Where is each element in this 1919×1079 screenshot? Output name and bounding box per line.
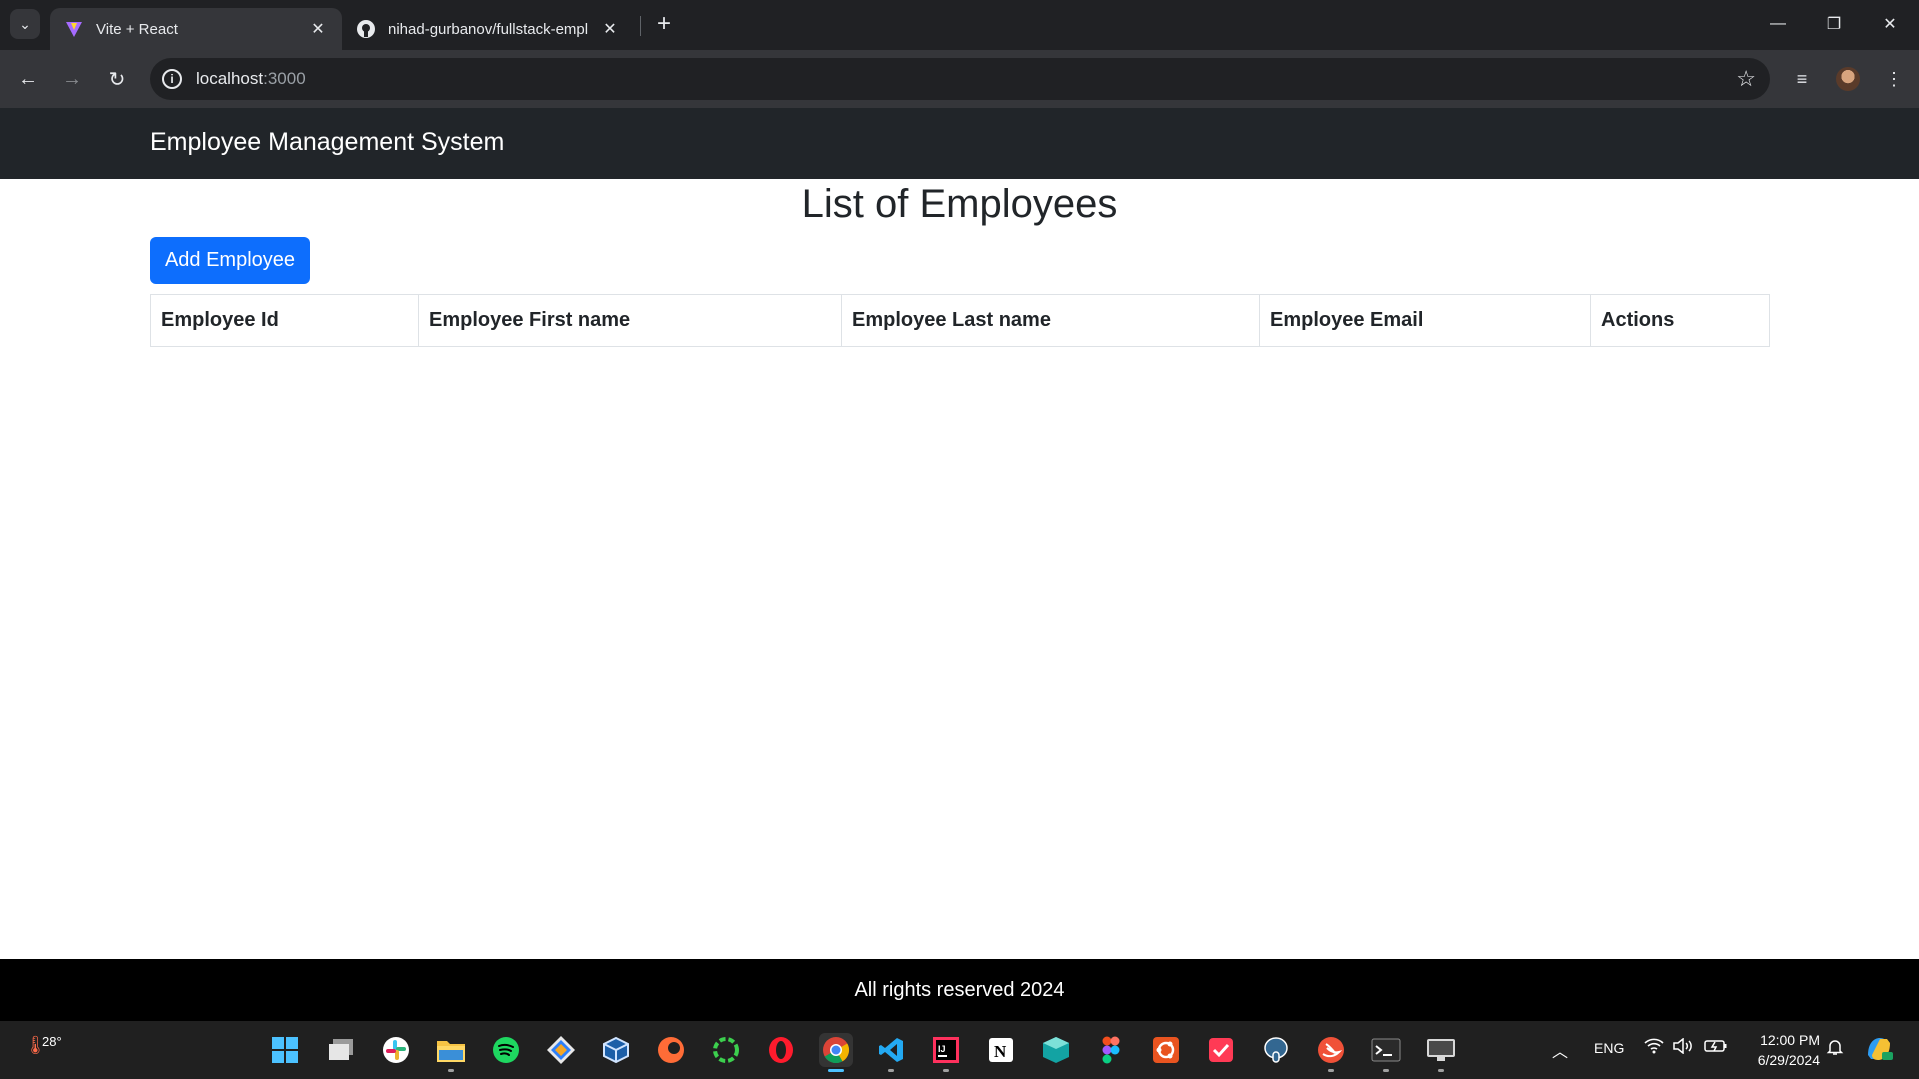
- weather-temp: 28°: [42, 1033, 62, 1049]
- back-arrow-icon[interactable]: ←: [12, 63, 44, 95]
- running-indicator: [888, 1069, 894, 1072]
- chrome-icon[interactable]: [819, 1033, 853, 1072]
- reload-icon[interactable]: ↻: [101, 63, 133, 95]
- tab-separator: [640, 16, 641, 36]
- language-indicator[interactable]: ENG: [1594, 1040, 1624, 1056]
- task-view-icon[interactable]: [324, 1033, 358, 1067]
- url-text[interactable]: localhost:3000: [196, 69, 306, 89]
- figma-icon[interactable]: [1094, 1033, 1128, 1067]
- virtualbox-icon[interactable]: [599, 1033, 633, 1067]
- app-footer: All rights reserved 2024: [0, 959, 1919, 1021]
- table-header-row: Employee Id Employee First name Employee…: [150, 294, 1770, 347]
- calendar-app-icon[interactable]: [1204, 1033, 1238, 1067]
- add-employee-button[interactable]: Add Employee: [150, 237, 310, 284]
- terminal-icon[interactable]: [1369, 1033, 1403, 1072]
- file-explorer-icon[interactable]: [434, 1033, 468, 1072]
- tab-vite-react[interactable]: Vite + React ✕: [50, 8, 342, 50]
- spotify-icon[interactable]: [489, 1033, 523, 1067]
- browser-toolbar: ← → ↻ i localhost:3000 ☆ ≡ ⋮: [0, 50, 1919, 108]
- svg-text:IJ: IJ: [938, 1044, 946, 1054]
- forward-arrow-icon[interactable]: →: [56, 63, 88, 95]
- intellij-icon[interactable]: IJ: [929, 1033, 963, 1072]
- tab-search-button[interactable]: ⌄: [10, 9, 40, 39]
- running-indicator: [448, 1069, 454, 1072]
- battery-icon[interactable]: [1704, 1038, 1728, 1058]
- system-clock[interactable]: 12:00 PM 6/29/2024: [1740, 1030, 1820, 1070]
- more-menu-icon[interactable]: ⋮: [1878, 63, 1910, 95]
- page-title: List of Employees: [801, 182, 1118, 226]
- site-info-icon[interactable]: i: [162, 69, 182, 89]
- copilot-icon[interactable]: [1864, 1035, 1894, 1067]
- package-box-icon[interactable]: [1039, 1033, 1073, 1067]
- tab-github[interactable]: nihad-gurbanov/fullstack-empl ✕: [342, 8, 634, 50]
- running-indicator: [1438, 1069, 1444, 1072]
- active-indicator: [828, 1069, 844, 1072]
- remote-desktop-icon[interactable]: [1424, 1033, 1458, 1072]
- close-tab-icon[interactable]: ✕: [308, 19, 328, 39]
- slack-icon[interactable]: [379, 1033, 413, 1067]
- swift-icon[interactable]: [1314, 1033, 1348, 1072]
- clock-time: 12:00 PM: [1760, 1032, 1820, 1048]
- running-indicator: [943, 1069, 949, 1072]
- close-window-icon[interactable]: ✕: [1870, 6, 1910, 42]
- employee-table: Employee Id Employee First name Employee…: [150, 294, 1770, 347]
- tab-title: nihad-gurbanov/fullstack-empl: [388, 20, 589, 38]
- postman-like-icon[interactable]: [654, 1033, 688, 1067]
- wifi-icon[interactable]: [1644, 1038, 1664, 1058]
- notification-bell-icon[interactable]: [1826, 1038, 1844, 1060]
- media-control-icon[interactable]: ≡: [1786, 63, 1818, 95]
- windows-taskbar: 🌡 28° IJ N ︿ ENG 12:00 PM 6/29/2024: [0, 1021, 1919, 1079]
- minimize-icon[interactable]: —: [1758, 6, 1798, 42]
- volume-icon[interactable]: [1673, 1037, 1695, 1058]
- github-icon: [356, 19, 376, 39]
- running-indicator: [1383, 1069, 1389, 1072]
- tab-title: Vite + React: [96, 20, 178, 38]
- git-tool-icon[interactable]: [544, 1033, 578, 1067]
- postgresql-icon[interactable]: [1259, 1033, 1293, 1067]
- profile-avatar[interactable]: [1832, 63, 1864, 95]
- column-header-actions: Actions: [1590, 294, 1770, 347]
- svg-text:N: N: [994, 1042, 1007, 1061]
- opera-icon[interactable]: [764, 1033, 798, 1067]
- bookmark-star-icon[interactable]: ☆: [1736, 66, 1756, 92]
- address-bar[interactable]: i localhost:3000 ☆: [150, 58, 1770, 100]
- new-tab-button[interactable]: +: [650, 10, 678, 38]
- column-header-last-name: Employee Last name: [841, 294, 1260, 347]
- column-header-id: Employee Id: [150, 294, 419, 347]
- vscode-icon[interactable]: [874, 1033, 908, 1072]
- sync-app-icon[interactable]: [709, 1033, 743, 1067]
- thermometer-icon: 🌡: [24, 1035, 47, 1055]
- running-indicator: [1328, 1069, 1334, 1072]
- navbar-brand[interactable]: Employee Management System: [150, 128, 504, 157]
- vite-icon: [64, 19, 84, 39]
- clock-date: 6/29/2024: [1757, 1052, 1820, 1068]
- ubuntu-icon[interactable]: [1149, 1033, 1183, 1067]
- restore-icon[interactable]: ❐: [1814, 6, 1854, 42]
- column-header-first-name: Employee First name: [418, 294, 842, 347]
- footer-text: All rights reserved 2024: [854, 978, 1065, 1001]
- app-navbar: Employee Management System: [0, 108, 1919, 179]
- start-icon[interactable]: [268, 1033, 302, 1067]
- notion-icon[interactable]: N: [984, 1033, 1018, 1067]
- browser-tabstrip: ⌄ Vite + React ✕ nihad-gurbanov/fullstac…: [0, 0, 1919, 50]
- close-tab-icon[interactable]: ✕: [600, 19, 620, 39]
- column-header-email: Employee Email: [1259, 294, 1591, 347]
- avatar: [1836, 67, 1860, 91]
- show-hidden-icons-chevron[interactable]: ︿: [1552, 1038, 1568, 1062]
- weather-widget[interactable]: 🌡 28°: [24, 1033, 62, 1057]
